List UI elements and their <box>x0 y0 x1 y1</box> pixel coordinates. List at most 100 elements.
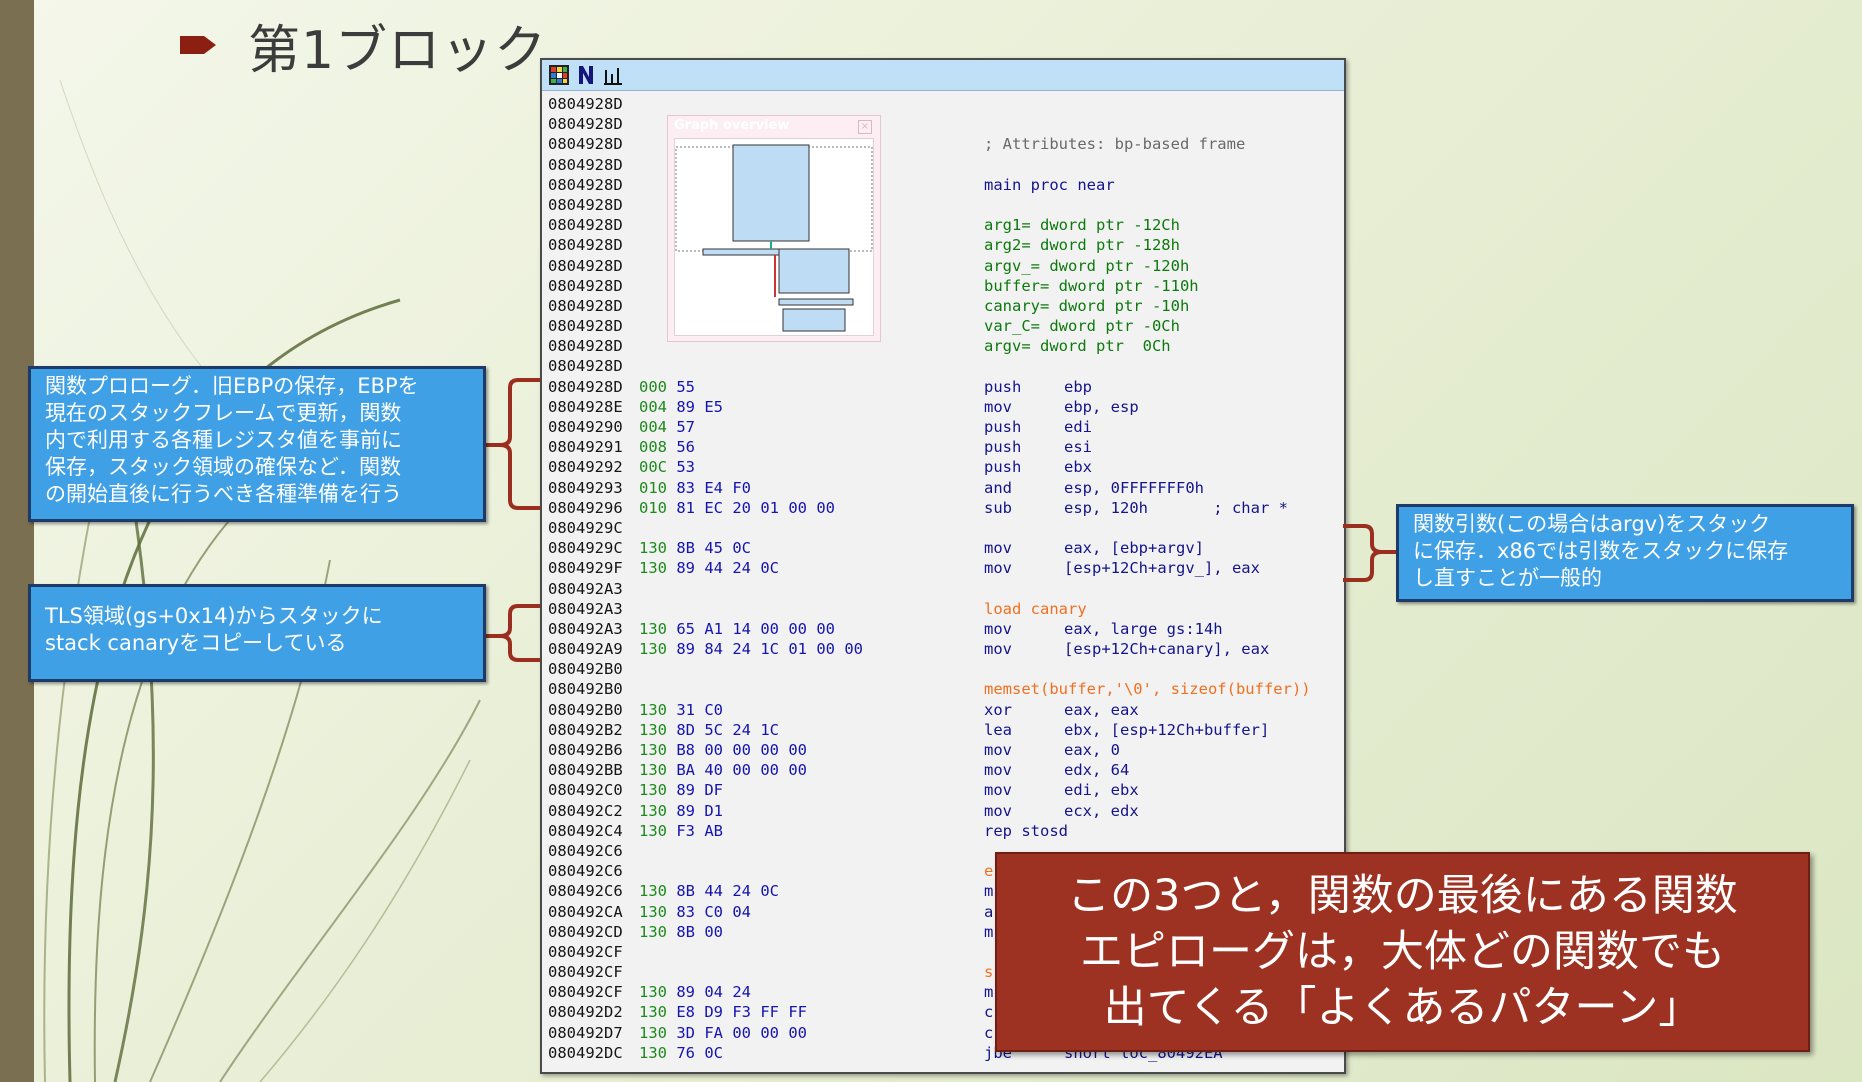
asm-operands: esp, 120h ; char * <box>1064 498 1288 517</box>
asm-line[interactable]: 080492B6 130 B8 00 00 00 00 mov eax, 0 <box>548 740 1344 760</box>
callout-arguments: 関数引数(この場合はargv)をスタック に保存．x86では引数をスタックに保存… <box>1396 504 1854 602</box>
asm-line[interactable]: 080492A3 <box>548 579 1344 599</box>
asm-mnemonic: e <box>984 862 994 881</box>
asm-operands: [esp+12Ch+argv_], eax <box>1064 559 1260 578</box>
asm-instruction: mov eax, large gs:14h <box>984 619 1223 639</box>
asm-line[interactable]: 080492A3 load canary <box>548 599 1344 619</box>
graph-bars-icon[interactable] <box>602 64 624 86</box>
summary-box: この3つと，関数の最後にある関数 エピローグは，大体どの関数でも 出てくる「よく… <box>995 852 1810 1052</box>
asm-line[interactable]: 08049293 010 83 E4 F0 and esp, 0FFFFFFF0h <box>548 478 1344 498</box>
asm-line[interactable]: 0804929C 130 8B 45 0C mov eax, [ebp+argv] <box>548 538 1344 558</box>
asm-opcode <box>639 861 648 881</box>
asm-opcode: 130 8B 45 0C <box>639 538 751 558</box>
asm-instruction: c <box>984 1023 993 1043</box>
asm-line[interactable]: 080492B0 130 31 C0 xor eax, eax <box>548 700 1344 720</box>
asm-address: 080492A3 <box>548 599 623 618</box>
callout-tls-canary: TLS領域(gs+0x14)からスタックに stack canaryをコピーして… <box>28 584 486 682</box>
asm-address: 0804928E <box>548 397 623 416</box>
asm-mnemonic: and <box>984 478 1012 497</box>
asm-bytes: 83 C0 04 <box>676 902 751 921</box>
callout-text-line: に保存．x86では引数をスタックに保存 <box>1413 539 1789 563</box>
asm-instruction: argv_= dword ptr -120h <box>984 256 1189 276</box>
asm-mnemonic: canary= dword ptr -10h <box>984 296 1190 315</box>
asm-line[interactable]: 080492B0 memset(buffer,'\0', sizeof(buff… <box>548 679 1344 699</box>
asm-line[interactable]: 0804928D <box>548 94 1344 114</box>
asm-opcode: 010 83 E4 F0 <box>639 478 751 498</box>
asm-address: 080492C6 <box>548 862 623 881</box>
asm-address: 080492D2 <box>548 1003 623 1022</box>
asm-mnemonic: arg2= dword ptr -128h <box>984 236 1180 255</box>
asm-line[interactable]: 080492C2 130 89 D1 mov ecx, edx <box>548 801 1344 821</box>
asm-stack-pointer: 130 <box>639 983 667 1002</box>
asm-address: 0804928D <box>548 256 623 275</box>
asm-opcode <box>639 336 648 356</box>
asm-address: 080492BB <box>548 761 623 780</box>
asm-operands: [esp+12Ch+canary], eax <box>1064 640 1270 659</box>
asm-line[interactable]: 08049296 010 81 EC 20 01 00 00 sub esp, 120… <box>548 498 1344 518</box>
asm-line[interactable]: 080492C4 130 F3 AB rep stosd <box>548 821 1344 841</box>
asm-mnemonic: mov <box>984 781 1012 800</box>
asm-instruction: m <box>984 881 993 901</box>
asm-bytes: B8 00 00 00 00 <box>676 741 807 759</box>
asm-line[interactable]: 080492C0 130 89 DF mov edi, ebx <box>548 780 1344 800</box>
asm-bytes: E8 D9 F3 FF FF <box>676 1003 807 1022</box>
close-icon[interactable]: × <box>858 120 872 134</box>
asm-operands: eax, large gs:14h <box>1064 619 1223 638</box>
asm-instruction: arg1= dword ptr -12Ch <box>984 215 1180 235</box>
asm-mnemonic: a <box>984 902 994 921</box>
asm-operands: eax, 0 <box>1064 741 1120 759</box>
asm-line[interactable]: 080492B2 130 8D 5C 24 1C lea ebx, [esp+12Ch… <box>548 720 1344 740</box>
asm-opcode <box>639 195 648 215</box>
asm-line[interactable]: 08049290 004 57 push edi <box>548 417 1344 437</box>
asm-stack-pointer: 130 <box>639 619 667 638</box>
asm-mnemonic: main proc near <box>984 175 1115 194</box>
asm-line[interactable]: 080492A9 130 89 84 24 1C 01 00 00 mov [esp+… <box>548 639 1344 659</box>
asm-instruction: c <box>984 1002 993 1022</box>
asm-mnemonic: mov <box>984 559 1012 578</box>
asm-opcode <box>639 94 648 114</box>
asm-bytes: 89 DF <box>676 781 724 800</box>
asm-mnemonic: c <box>984 1023 994 1042</box>
asm-opcode: 130 31 C0 <box>639 700 723 720</box>
asm-opcode <box>639 114 648 134</box>
asm-address: 08049291 <box>548 438 623 457</box>
asm-mnemonic: argv_= dword ptr -120h <box>984 256 1190 275</box>
asm-address: 0804928D <box>548 236 623 255</box>
graph-overview-canvas[interactable] <box>674 138 874 336</box>
asm-line[interactable]: 0804928D <box>548 356 1344 376</box>
asm-line[interactable]: 08049292 00C 53 push ebx <box>548 457 1344 477</box>
asm-opcode: 130 BA 40 00 00 00 <box>639 760 807 780</box>
asm-opcode: 004 57 <box>639 417 695 437</box>
asm-line[interactable]: 080492A3 130 65 A1 14 00 00 00 mov eax, lar… <box>548 619 1344 639</box>
asm-opcode: 130 89 D1 <box>639 801 723 821</box>
asm-line[interactable]: 0804929F 130 89 44 24 0C mov [esp+12Ch+argv… <box>548 558 1344 578</box>
asm-address: 080492C6 <box>548 841 623 860</box>
asm-instruction: mov eax, 0 <box>984 740 1120 760</box>
asm-instruction: e <box>984 861 993 881</box>
asm-line[interactable]: 0804928D 000 55 push ebp <box>548 377 1344 397</box>
graph-overview-panel[interactable]: Graph overview × <box>667 115 881 342</box>
asm-line[interactable]: 080492B0 <box>548 659 1344 679</box>
n-icon[interactable] <box>575 64 597 86</box>
asm-bytes: 8B 45 0C <box>676 539 751 558</box>
asm-address: 0804928D <box>548 296 623 315</box>
asm-address: 0804928D <box>548 337 623 356</box>
asm-instruction: canary= dword ptr -10h <box>984 296 1189 316</box>
asm-mnemonic: argv= dword ptr 0Ch <box>984 337 1171 356</box>
asm-mnemonic: sub <box>984 498 1012 517</box>
asm-instruction: s <box>984 962 993 982</box>
callout-text-line: 現在のスタックフレームで更新，関数 <box>45 401 402 425</box>
asm-bytes: 89 04 24 <box>676 983 751 1002</box>
asm-line[interactable]: 080492BB 130 BA 40 00 00 00 mov edx, 64 <box>548 760 1344 780</box>
asm-bytes: 56 <box>676 438 696 457</box>
asm-address: 0804928D <box>548 135 623 154</box>
asm-line[interactable]: 0804928E 004 89 E5 mov ebp, esp <box>548 397 1344 417</box>
grid-color-icon[interactable] <box>548 64 570 86</box>
asm-stack-pointer: 130 <box>639 640 667 659</box>
asm-opcode: 000 55 <box>639 377 695 397</box>
asm-address: 0804928D <box>548 377 623 396</box>
asm-line[interactable]: 0804929C <box>548 518 1344 538</box>
asm-line[interactable]: 08049291 008 56 push esi <box>548 437 1344 457</box>
asm-operands: esp, 0FFFFFFF0h <box>1064 478 1204 497</box>
asm-address: 0804929C <box>548 539 623 558</box>
